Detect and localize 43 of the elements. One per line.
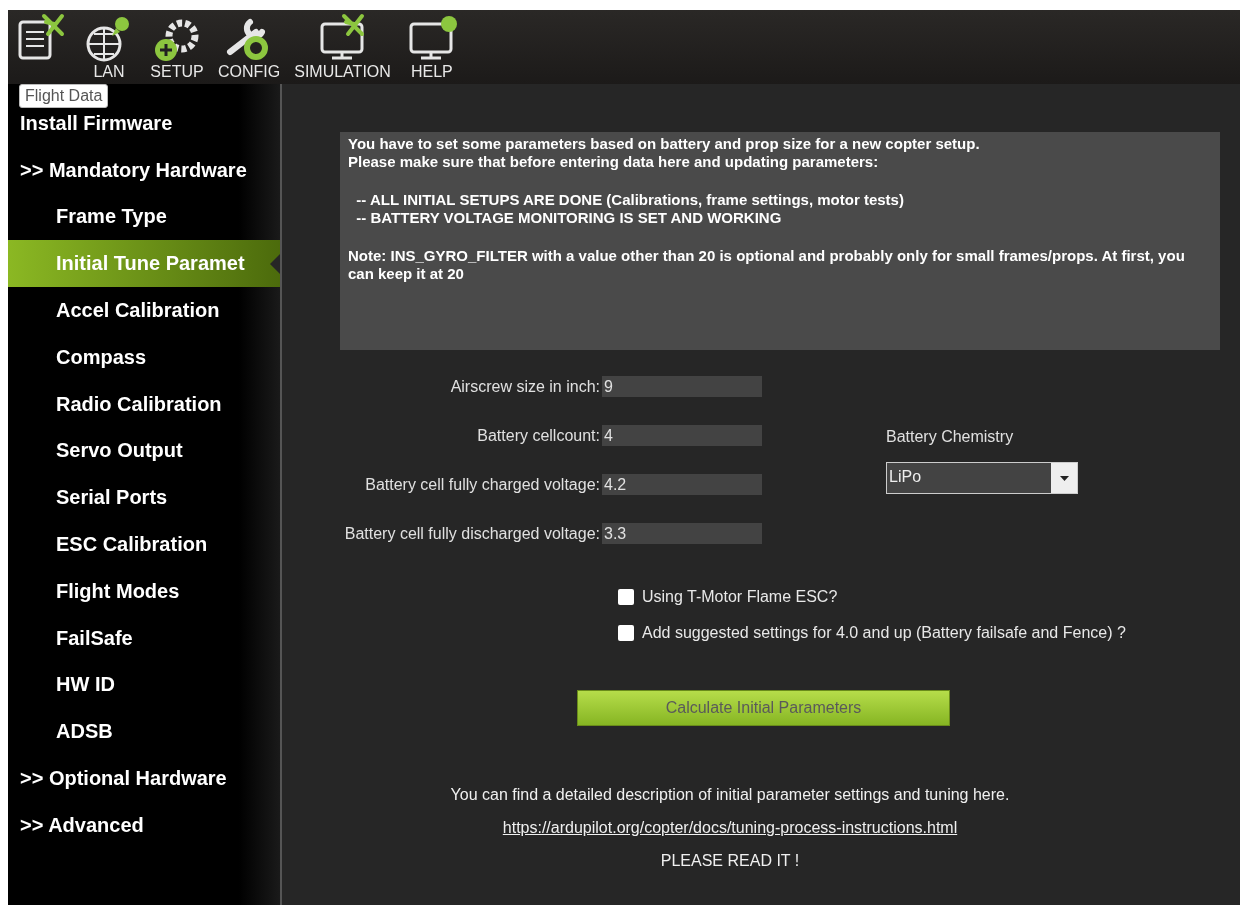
checkbox[interactable]: [618, 589, 634, 605]
toolbar-button[interactable]: SIMULATION: [294, 12, 391, 81]
toolbar-button[interactable]: SETUP: [150, 12, 204, 81]
tooltip: Flight Data: [19, 84, 109, 108]
toolbar-button[interactable]: CONFIG: [218, 12, 281, 81]
field-label: Battery cellcount:: [476, 426, 600, 445]
sidebar-item[interactable]: Radio Calibration: [8, 380, 280, 428]
sidebar-item[interactable]: Servo Output: [8, 427, 280, 475]
sidebar-item[interactable]: ESC Calibration: [8, 521, 280, 568]
toolbar-button[interactable]: HELP: [404, 12, 459, 81]
input-field[interactable]: 4: [602, 425, 762, 446]
sidebar-item[interactable]: Serial Ports: [8, 474, 280, 522]
warning-text: PLEASE READ IT !: [660, 852, 800, 870]
input-field[interactable]: 9: [602, 376, 762, 397]
toolbar-button[interactable]: LAN: [82, 12, 136, 81]
sidebar-item[interactable]: HW ID: [8, 661, 280, 709]
sidebar-item[interactable]: ADSB: [8, 708, 280, 756]
field-label: Airscrew size in inch:: [449, 377, 600, 396]
sidebar-item[interactable]: Frame Type: [8, 193, 280, 241]
field-label: Battery cell fully discharged voltage:: [343, 524, 600, 543]
sidebar-item[interactable]: >> Optional Hardware: [8, 755, 280, 802]
caret-icon: [1059, 475, 1069, 481]
info-text: -- ALL INITIAL SETUPS ARE DONE (Calibrations, frame settings, motor tests) -- BATTERY VOLTAGE MONITORING IS SET AND WORKING: [355, 191, 905, 227]
checkbox-label: Using T-Motor Flame ESC?: [642, 588, 838, 606]
description-text: You can find a detailed description of initial parameter settings and tuning here.: [450, 786, 1010, 804]
checkbox-label: Add suggested settings for 4.0 and up (Battery failsafe and Fence) ?: [642, 624, 1126, 642]
sidebar-item[interactable]: Accel Calibration: [8, 287, 280, 334]
sidebar-item[interactable]: FailSafe: [8, 614, 280, 662]
field-label: Battery Chemistry: [886, 428, 1015, 446]
sidebar-item[interactable]: Initial Tune Paramet: [8, 240, 280, 288]
sidebar-item[interactable]: >> Mandatory Hardware: [8, 146, 280, 194]
docs-link[interactable]: https://ardupilot.org/copter/docs/tuning-process-instructions.html: [502, 819, 958, 837]
input-field[interactable]: 3.3: [602, 523, 762, 544]
info-text: Note: INS_GYRO_FILTER with a value other than 20 is optional and probably only for small frames/props. At first, you can keep it at 20: [348, 247, 1186, 283]
calculate-button[interactable]: Calculate Initial Parameters: [577, 690, 950, 726]
sidebar-item[interactable]: Compass: [8, 334, 280, 381]
input-field[interactable]: 4.2: [602, 474, 762, 495]
info-text: You have to set some parameters based on battery and prop size for a new copter setup. Please make sure that before entering data here and updating parameters:: [348, 135, 981, 171]
chemistry-dropdown[interactable]: LiPo: [886, 462, 1078, 494]
field-label: Battery cell fully charged voltage:: [364, 475, 600, 494]
sidebar-item[interactable]: >> Advanced: [8, 801, 280, 849]
sidebar-item[interactable]: Flight Modes: [8, 567, 280, 615]
checkbox[interactable]: [618, 625, 634, 641]
